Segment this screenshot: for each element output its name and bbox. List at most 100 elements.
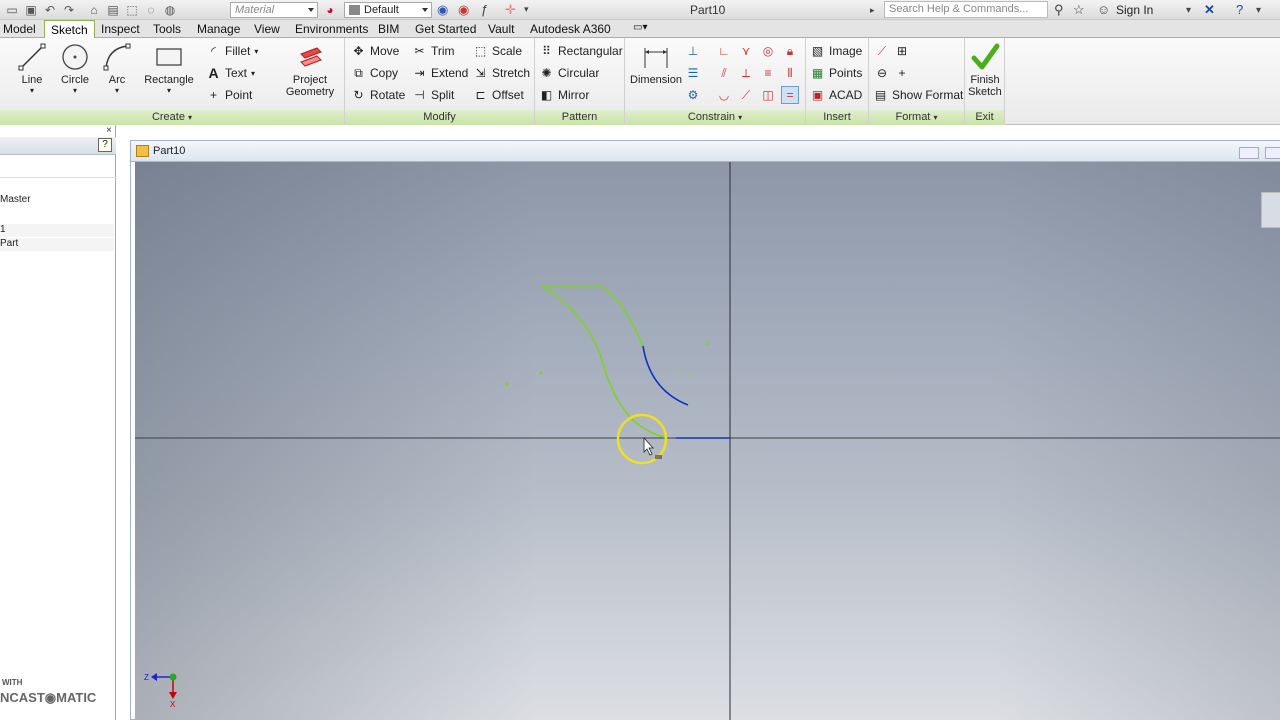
appearance-icon[interactable]: ◕ — [322, 2, 338, 18]
symmetric-icon[interactable]: ◫ — [759, 86, 777, 104]
concentric-icon[interactable]: ◎ — [759, 42, 777, 60]
image-button[interactable]: ▧ Image — [810, 42, 863, 60]
sketch-point[interactable] — [676, 370, 680, 374]
sketch-point[interactable] — [689, 374, 691, 376]
constrain-panel-title[interactable]: Constrain ▾ — [625, 110, 805, 125]
adjust-icon[interactable]: ◉ — [437, 2, 448, 18]
qat-more-icon[interactable]: ▾ — [524, 4, 529, 15]
arc-button[interactable]: Arc ▾ — [100, 40, 134, 95]
extend-button[interactable]: ⇥ Extend — [412, 64, 468, 82]
create-panel-title[interactable]: Create ▾ — [0, 110, 344, 125]
search-input[interactable]: Search Help & Commands... — [884, 1, 1048, 18]
select-icon[interactable]: ⬚ — [124, 2, 140, 18]
save-icon[interactable]: ▣ — [23, 2, 39, 18]
circular-pattern-button[interactable]: ✺ Circular — [539, 64, 599, 82]
line-dropdown-icon[interactable]: ▾ — [14, 86, 50, 95]
tab-sketch[interactable]: Sketch — [44, 20, 95, 38]
create-panel-expand-icon[interactable]: ▾ — [188, 113, 192, 122]
window-restore-button[interactable] — [1265, 147, 1280, 159]
tab-manage[interactable]: Manage — [197, 22, 240, 36]
format-panel-expand-icon[interactable]: ▾ — [933, 113, 937, 122]
centerline-icon[interactable]: ⊖ — [873, 64, 891, 82]
dimension-button[interactable]: Dimension — [627, 40, 685, 86]
collinear-icon[interactable]: ⋎ — [737, 42, 755, 60]
text-button[interactable]: A Text ▾ — [206, 64, 255, 82]
circle-dropdown-icon[interactable]: ▾ — [57, 86, 93, 95]
open-folder-icon[interactable]: ▤ — [105, 2, 121, 18]
binoculars-icon[interactable]: ⚲ — [1054, 2, 1064, 18]
acad-button[interactable]: ▣ ACAD — [810, 86, 863, 104]
fillet-button[interactable]: ◜ Fillet ▾ — [206, 42, 258, 60]
tangent-icon[interactable]: ◡ — [715, 86, 733, 104]
tab-get-started[interactable]: Get Started — [415, 22, 476, 36]
browser-help-icon[interactable]: ? — [98, 138, 112, 152]
material-dropdown[interactable]: Material — [230, 2, 318, 18]
tab-inspect[interactable]: Inspect — [101, 22, 140, 36]
line-button[interactable]: Line ▾ — [14, 40, 50, 95]
circle-button[interactable]: Circle ▾ — [57, 40, 93, 95]
perpendicular-icon[interactable]: ⟂ — [737, 64, 755, 82]
coincident-icon[interactable]: ∟ — [715, 42, 733, 60]
trim-button[interactable]: ✂ Trim — [412, 42, 454, 60]
browser-close-icon[interactable]: × — [106, 125, 112, 136]
parameters-icon[interactable]: ƒ — [481, 2, 488, 17]
finish-sketch-button[interactable]: Finish Sketch — [965, 40, 1005, 98]
format-panel-title[interactable]: Format ▾ — [869, 110, 964, 125]
help-icon[interactable]: ? — [1236, 2, 1243, 17]
tab-model[interactable]: Model — [3, 22, 36, 36]
rectangle-dropdown-icon[interactable]: ▾ — [141, 86, 197, 95]
favorites-icon[interactable]: ☆ — [1073, 2, 1085, 18]
user-icon[interactable]: ☺ — [1097, 2, 1110, 17]
arc-dropdown-icon[interactable]: ▾ — [100, 86, 134, 95]
tab-autodesk-a360[interactable]: Autodesk A360 — [530, 22, 611, 36]
text-dropdown-icon[interactable]: ▾ — [251, 69, 255, 78]
sketch-canvas[interactable]: Z X — [135, 162, 1280, 720]
driven-dimension-icon[interactable]: + — [893, 64, 911, 82]
copy-button[interactable]: ⧉ Copy — [351, 64, 398, 82]
auto-dimension-icon[interactable]: ⊥ — [684, 42, 702, 60]
sketch-geometry[interactable]: Z X — [135, 162, 1280, 720]
ucs-icon[interactable]: ✛ — [505, 2, 516, 18]
sketch-point[interactable] — [539, 371, 543, 375]
split-button[interactable]: ⊣ Split — [412, 86, 454, 104]
constraint-settings-icon[interactable]: ⚙ — [684, 86, 702, 104]
redo-icon[interactable]: ↷ — [61, 2, 77, 18]
equal-icon[interactable]: = — [781, 86, 799, 104]
tab-overflow-icon[interactable]: ▭▾ — [633, 22, 647, 33]
offset-button[interactable]: ⊏ Offset — [473, 86, 523, 104]
navigation-bar[interactable] — [1261, 192, 1280, 228]
sketch-point[interactable] — [505, 382, 509, 386]
tab-view[interactable]: View — [254, 22, 280, 36]
move-button[interactable]: ✥ Move — [351, 42, 399, 60]
color-wheel-icon[interactable]: ◍ — [162, 2, 178, 18]
help-dropdown-icon[interactable]: ▾ — [1256, 5, 1261, 16]
rotate-button[interactable]: ↻ Rotate — [351, 86, 405, 104]
scale-button[interactable]: ⬚ Scale — [473, 42, 522, 60]
exchange-icon[interactable]: ✕ — [1204, 2, 1215, 18]
sketch-point[interactable] — [705, 342, 709, 346]
tab-environments[interactable]: Environments — [295, 22, 368, 36]
stretch-button[interactable]: ⇲ Stretch — [473, 64, 530, 82]
update-icon[interactable]: ◌ — [143, 2, 159, 18]
tab-bim[interactable]: BIM — [378, 22, 399, 36]
tree-row-1[interactable]: 1 — [0, 224, 114, 237]
open-icon[interactable]: ▭ — [4, 2, 20, 18]
fix-icon[interactable]: 🔒︎ — [781, 42, 799, 60]
rectangular-pattern-button[interactable]: ⠿ Rectangular — [539, 42, 623, 60]
tree-row-master[interactable]: Master — [0, 194, 114, 214]
tab-vault[interactable]: Vault — [488, 22, 514, 36]
point-button[interactable]: + Point — [206, 86, 252, 104]
mirror-button[interactable]: ◧ Mirror — [539, 86, 590, 104]
constrain-panel-expand-icon[interactable]: ▾ — [738, 113, 742, 122]
parallel-icon[interactable]: ⫽ — [715, 64, 733, 82]
clear-appearance-icon[interactable]: ◉ — [458, 2, 469, 18]
sketch-arc-blue[interactable] — [642, 345, 689, 406]
rectangle-button[interactable]: Rectangle ▾ — [141, 40, 197, 95]
tab-tools[interactable]: Tools — [153, 22, 181, 36]
undo-icon[interactable]: ↶ — [42, 2, 58, 18]
project-geometry-button[interactable]: Project Geometry — [282, 40, 338, 98]
fillet-dropdown-icon[interactable]: ▾ — [254, 47, 258, 56]
window-minimize-button[interactable] — [1239, 147, 1259, 159]
appearance-dropdown[interactable]: Default — [344, 2, 432, 18]
show-format-button[interactable]: ▤ Show Format — [873, 86, 964, 104]
